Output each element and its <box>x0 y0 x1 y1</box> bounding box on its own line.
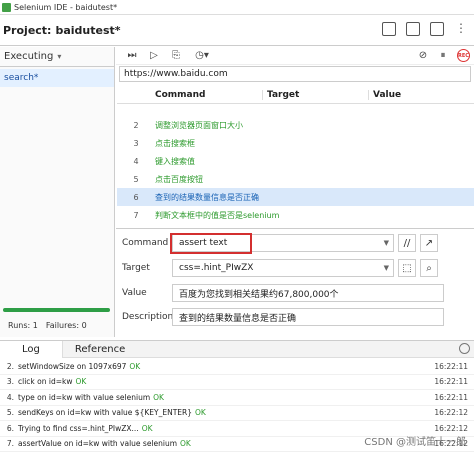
log-tabs: Log Reference <box>0 340 474 358</box>
debug-icon[interactable]: ⎘ <box>170 50 182 62</box>
project-name[interactable]: baidutest* <box>55 24 120 37</box>
target-value: css=.hint_PIwZX <box>179 263 254 273</box>
window-titlebar: Selenium IDE - baidutest* <box>0 0 474 15</box>
header-command: Command <box>155 90 206 100</box>
run-stats: Runs: 1 Failures: 0 <box>8 321 87 330</box>
value-input[interactable]: 百度为您找到相关结果约67,800,000个 <box>172 284 444 302</box>
failures-count: Failures: 0 <box>45 321 87 330</box>
executing-label: Executing <box>4 51 54 62</box>
value-text: 百度为您找到相关结果约67,800,000个 <box>179 289 339 300</box>
table-row[interactable]: 5 点击百度按钮 <box>117 170 474 188</box>
open-window-icon[interactable]: ↗ <box>420 234 438 252</box>
command-highlight <box>170 233 252 254</box>
description-text: 查到的结果数量信息是否正确 <box>179 313 297 324</box>
search-icon[interactable]: ⌕ <box>420 259 438 277</box>
open-icon[interactable] <box>406 22 420 36</box>
target-select[interactable]: css=.hint_PIwZX ▼ <box>172 259 394 277</box>
watermark: CSDN @测试笛十一郎 <box>364 437 466 448</box>
run-all-icon[interactable]: ⏭ <box>126 50 138 62</box>
chevron-down-icon: ▼ <box>383 239 389 247</box>
table-row[interactable] <box>117 104 474 116</box>
base-url-input[interactable]: https://www.baidu.com <box>119 66 471 82</box>
header-target: Target <box>262 90 368 100</box>
header-value: Value <box>368 90 474 100</box>
new-project-icon[interactable] <box>382 22 396 36</box>
project-label: Project: <box>3 24 52 37</box>
chevron-down-icon: ▼ <box>383 264 389 272</box>
app-icon <box>2 2 11 12</box>
description-input[interactable]: 查到的结果数量信息是否正确 <box>172 308 444 326</box>
tab-log[interactable]: Log <box>0 340 63 358</box>
suite-item[interactable]: search* <box>0 69 114 87</box>
table-row[interactable]: 3 点击搜索框 <box>117 134 474 152</box>
save-icon[interactable] <box>430 22 444 36</box>
description-label: Description <box>122 312 174 322</box>
run-progress-bar <box>3 308 110 312</box>
executing-dropdown[interactable]: Executing ▾ <box>0 47 114 67</box>
speed-icon[interactable]: ◷▾ <box>192 50 212 62</box>
command-label: Command <box>122 238 169 248</box>
log-row: 5. sendKeys on id=kw with value ${KEY_EN… <box>0 406 474 421</box>
window-title: Selenium IDE - baidutest* <box>14 2 118 12</box>
table-row[interactable]: 7 判断文本框中的值是否是selenium <box>117 206 474 224</box>
clear-icon[interactable] <box>459 343 470 354</box>
more-icon[interactable]: ⋮ <box>454 22 468 36</box>
tab-reference[interactable]: Reference <box>63 341 137 358</box>
select-target-icon[interactable]: ⬚ <box>398 259 416 277</box>
chevron-down-icon: ▾ <box>57 52 62 61</box>
table-header: Command Target Value <box>117 87 474 104</box>
comment-icon[interactable]: // <box>398 234 416 252</box>
project-bar: Project: baidutest* ⋮ <box>0 16 474 46</box>
log-row: 4. type on id=kw with value selenium OK … <box>0 390 474 406</box>
table-row[interactable]: 2 调整浏览器页面窗口大小 <box>117 116 474 134</box>
test-toolbar: ⏭ ▷ ⎘ ◷▾ ⊘ ⏸ REC <box>116 47 474 65</box>
pause-on-exception-icon[interactable]: ⏸ <box>437 50 449 62</box>
disable-breakpoints-icon[interactable]: ⊘ <box>417 50 429 62</box>
runs-count: Runs: 1 <box>8 321 38 330</box>
target-label: Target <box>122 263 150 273</box>
table-row[interactable]: 4 键入搜索值 <box>117 152 474 170</box>
log-row: 2. setWindowSize on 1097x697 OK 16:22:11 <box>0 359 474 375</box>
table-row-selected[interactable]: 6 查到的结果数量信息是否正确 <box>117 188 474 206</box>
record-icon[interactable]: REC <box>457 49 470 62</box>
test-suites-panel: Executing ▾ search* Runs: 1 Failures: 0 <box>0 47 115 337</box>
command-editor: Command assert text ▼ // ↗ Target css=.h… <box>116 228 474 336</box>
run-icon[interactable]: ▷ <box>148 50 160 62</box>
command-table: Command Target Value 2 调整浏览器页面窗口大小 3 点击搜… <box>117 87 474 224</box>
value-label: Value <box>122 288 147 298</box>
log-row: 3. click on id=kw OK 16:22:11 <box>0 375 474 390</box>
